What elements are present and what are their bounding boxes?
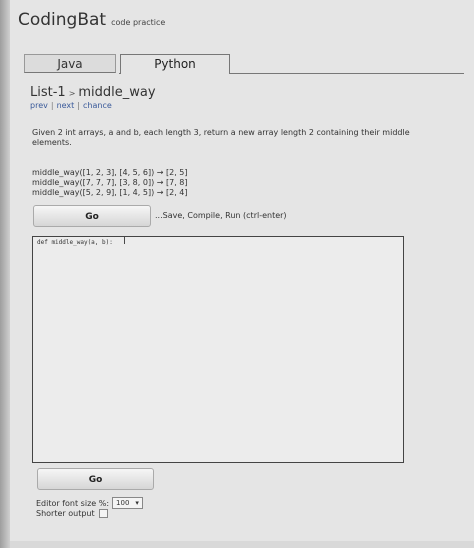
left-shadow <box>0 0 10 548</box>
text-cursor: I <box>123 236 126 247</box>
example-line: middle_way([1, 2, 3], [4, 5, 6]) → [2, 5… <box>32 168 188 177</box>
chevron-down-icon: ▾ <box>135 499 139 507</box>
page: CodingBat code practice Java Python List… <box>10 0 474 548</box>
language-tabs: Java Python <box>24 54 464 74</box>
problem-description: Given 2 int arrays, a and b, each length… <box>32 128 410 147</box>
font-size-select[interactable]: 100 ▾ <box>112 497 143 509</box>
code-editor[interactable]: def middle_way(a, b): <box>32 236 404 463</box>
chance-link[interactable]: chance <box>83 101 112 110</box>
go-button-top[interactable]: Go <box>33 205 151 227</box>
site-logo[interactable]: CodingBat <box>18 10 106 30</box>
font-size-setting: Editor font size %: 100 ▾ <box>36 497 143 509</box>
font-size-label: Editor font size %: <box>36 498 110 508</box>
problem-name: middle_way <box>78 85 156 100</box>
problem-section-link[interactable]: List-1 <box>30 85 66 100</box>
site-header: CodingBat code practice <box>18 10 165 30</box>
tab-python[interactable]: Python <box>120 54 230 74</box>
prev-link[interactable]: prev <box>30 101 48 110</box>
problem-title: List-1 > middle_way <box>30 85 156 100</box>
footer-strip <box>10 541 474 548</box>
font-size-value: 100 <box>116 499 130 507</box>
example-line: middle_way([5, 2, 9], [1, 4, 5]) → [2, 4… <box>32 188 188 197</box>
go-button-bottom[interactable]: Go <box>37 468 154 490</box>
nav-separator: | <box>50 101 54 110</box>
tab-java[interactable]: Java <box>24 54 116 73</box>
nav-separator: | <box>77 101 80 110</box>
examples: middle_way([1, 2, 3], [4, 5, 6]) → [2, 5… <box>32 168 188 198</box>
breadcrumb-separator: > <box>68 89 76 98</box>
run-hint: ...Save, Compile, Run (ctrl-enter) <box>155 211 287 220</box>
site-tagline: code practice <box>111 18 166 27</box>
problem-nav: prev | next | chance <box>30 101 112 110</box>
next-link[interactable]: next <box>57 101 75 110</box>
shorter-output-setting: Shorter output <box>36 509 108 518</box>
code-line: def middle_way(a, b): <box>37 239 113 246</box>
shorter-output-label: Shorter output <box>36 509 95 518</box>
shorter-output-checkbox[interactable] <box>98 509 108 518</box>
example-line: middle_way([7, 7, 7], [3, 8, 0]) → [7, 8… <box>32 178 188 187</box>
